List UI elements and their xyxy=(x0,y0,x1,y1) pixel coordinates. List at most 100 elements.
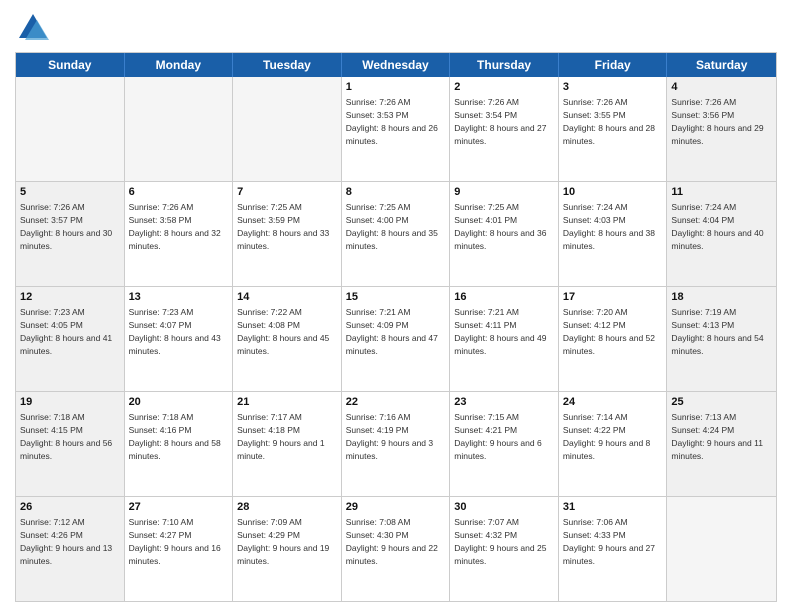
day-number: 22 xyxy=(346,395,446,410)
calendar-cell: 18 Sunrise: 7:19 AM Sunset: 4:13 PM Dayli… xyxy=(667,287,776,391)
day-info: Sunrise: 7:12 AM Sunset: 4:26 PM Dayligh… xyxy=(20,517,115,566)
calendar-cell: 1Sunrise: 7:26 AM Sunset: 3:53 PM Daylig… xyxy=(342,77,451,181)
calendar-cell: 3 Sunrise: 7:26 AM Sunset: 3:55 PM Daylig… xyxy=(559,77,668,181)
day-number: 19 xyxy=(20,395,120,410)
day-info: Sunrise: 7:26 AM Sunset: 3:57 PM Dayligh… xyxy=(20,202,115,251)
calendar-cell: 25 Sunrise: 7:13 AM Sunset: 4:24 PM Dayli… xyxy=(667,392,776,496)
calendar-cell: 28 Sunrise: 7:09 AM Sunset: 4:29 PM Dayli… xyxy=(233,497,342,601)
day-info: Sunrise: 7:19 AM Sunset: 4:13 PM Dayligh… xyxy=(671,307,766,356)
day-number: 5 xyxy=(20,185,120,200)
day-info: Sunrise: 7:21 AM Sunset: 4:09 PM Dayligh… xyxy=(346,307,441,356)
day-info: Sunrise: 7:09 AM Sunset: 4:29 PM Dayligh… xyxy=(237,517,332,566)
day-number: 29 xyxy=(346,500,446,515)
header-day-saturday: Saturday xyxy=(667,53,776,77)
calendar-week-2: 5 Sunrise: 7:26 AM Sunset: 3:57 PM Daylig… xyxy=(16,182,776,287)
day-info: Sunrise: 7:25 AM Sunset: 4:01 PM Dayligh… xyxy=(454,202,549,251)
day-info: Sunrise: 7:20 AM Sunset: 4:12 PM Dayligh… xyxy=(563,307,658,356)
header-day-tuesday: Tuesday xyxy=(233,53,342,77)
calendar-cell: 29 Sunrise: 7:08 AM Sunset: 4:30 PM Dayli… xyxy=(342,497,451,601)
day-number: 27 xyxy=(129,500,229,515)
day-info: Sunrise: 7:18 AM Sunset: 4:16 PM Dayligh… xyxy=(129,412,224,461)
day-number: 12 xyxy=(20,290,120,305)
calendar-header: SundayMondayTuesdayWednesdayThursdayFrid… xyxy=(16,53,776,77)
calendar-cell: 31 Sunrise: 7:06 AM Sunset: 4:33 PM Dayli… xyxy=(559,497,668,601)
calendar-cell: 27 Sunrise: 7:10 AM Sunset: 4:27 PM Dayli… xyxy=(125,497,234,601)
day-number: 8 xyxy=(346,185,446,200)
calendar-cell: 17 Sunrise: 7:20 AM Sunset: 4:12 PM Dayli… xyxy=(559,287,668,391)
day-info: Sunrise: 7:26 AM Sunset: 3:54 PM Dayligh… xyxy=(454,97,549,146)
day-number: 13 xyxy=(129,290,229,305)
day-info: Sunrise: 7:25 AM Sunset: 4:00 PM Dayligh… xyxy=(346,202,441,251)
day-number: 4 xyxy=(671,80,772,95)
day-number: 2 xyxy=(454,80,554,95)
day-number: 10 xyxy=(563,185,663,200)
logo xyxy=(15,10,55,46)
calendar-cell: 13 Sunrise: 7:23 AM Sunset: 4:07 PM Dayli… xyxy=(125,287,234,391)
logo-icon xyxy=(15,10,51,46)
calendar-cell: 19 Sunrise: 7:18 AM Sunset: 4:15 PM Dayli… xyxy=(16,392,125,496)
calendar-cell: 23 Sunrise: 7:15 AM Sunset: 4:21 PM Dayli… xyxy=(450,392,559,496)
day-info: Sunrise: 7:26 AM Sunset: 3:58 PM Dayligh… xyxy=(129,202,224,251)
calendar-week-5: 26 Sunrise: 7:12 AM Sunset: 4:26 PM Dayli… xyxy=(16,497,776,601)
calendar-cell: 24 Sunrise: 7:14 AM Sunset: 4:22 PM Dayli… xyxy=(559,392,668,496)
day-number: 26 xyxy=(20,500,120,515)
header-day-monday: Monday xyxy=(125,53,234,77)
calendar-cell: 15 Sunrise: 7:21 AM Sunset: 4:09 PM Dayli… xyxy=(342,287,451,391)
day-info: Sunrise: 7:26 AM Sunset: 3:55 PM Dayligh… xyxy=(563,97,658,146)
day-number: 23 xyxy=(454,395,554,410)
calendar-cell: 6 Sunrise: 7:26 AM Sunset: 3:58 PM Daylig… xyxy=(125,182,234,286)
day-info: Sunrise: 7:10 AM Sunset: 4:27 PM Dayligh… xyxy=(129,517,224,566)
calendar-cell: 8 Sunrise: 7:25 AM Sunset: 4:00 PM Daylig… xyxy=(342,182,451,286)
day-number: 6 xyxy=(129,185,229,200)
calendar-cell xyxy=(667,497,776,601)
day-number: 15 xyxy=(346,290,446,305)
day-number: 24 xyxy=(563,395,663,410)
day-info: Sunrise: 7:24 AM Sunset: 4:04 PM Dayligh… xyxy=(671,202,766,251)
day-info: Sunrise: 7:25 AM Sunset: 3:59 PM Dayligh… xyxy=(237,202,332,251)
day-info: Sunrise: 7:22 AM Sunset: 4:08 PM Dayligh… xyxy=(237,307,332,356)
day-number: 3 xyxy=(563,80,663,95)
calendar-cell: 12Sunrise: 7:23 AM Sunset: 4:05 PM Dayli… xyxy=(16,287,125,391)
header xyxy=(15,10,777,46)
calendar-cell: 4Sunrise: 7:26 AM Sunset: 3:56 PM Daylig… xyxy=(667,77,776,181)
day-number: 31 xyxy=(563,500,663,515)
day-info: Sunrise: 7:16 AM Sunset: 4:19 PM Dayligh… xyxy=(346,412,436,461)
day-number: 11 xyxy=(671,185,772,200)
day-number: 17 xyxy=(563,290,663,305)
calendar-cell xyxy=(125,77,234,181)
day-info: Sunrise: 7:21 AM Sunset: 4:11 PM Dayligh… xyxy=(454,307,549,356)
day-info: Sunrise: 7:08 AM Sunset: 4:30 PM Dayligh… xyxy=(346,517,441,566)
day-info: Sunrise: 7:18 AM Sunset: 4:15 PM Dayligh… xyxy=(20,412,115,461)
calendar-cell xyxy=(16,77,125,181)
page: SundayMondayTuesdayWednesdayThursdayFrid… xyxy=(0,0,792,612)
calendar-cell: 26 Sunrise: 7:12 AM Sunset: 4:26 PM Dayli… xyxy=(16,497,125,601)
calendar-cell: 9Sunrise: 7:25 AM Sunset: 4:01 PM Daylig… xyxy=(450,182,559,286)
day-number: 18 xyxy=(671,290,772,305)
calendar-cell: 30Sunrise: 7:07 AM Sunset: 4:32 PM Dayli… xyxy=(450,497,559,601)
calendar-cell: 14 Sunrise: 7:22 AM Sunset: 4:08 PM Dayli… xyxy=(233,287,342,391)
day-info: Sunrise: 7:23 AM Sunset: 4:07 PM Dayligh… xyxy=(129,307,224,356)
calendar-cell: 10 Sunrise: 7:24 AM Sunset: 4:03 PM Dayli… xyxy=(559,182,668,286)
calendar-body: 1Sunrise: 7:26 AM Sunset: 3:53 PM Daylig… xyxy=(16,77,776,601)
calendar-cell: 22 Sunrise: 7:16 AM Sunset: 4:19 PM Dayli… xyxy=(342,392,451,496)
day-info: Sunrise: 7:24 AM Sunset: 4:03 PM Dayligh… xyxy=(563,202,658,251)
day-info: Sunrise: 7:14 AM Sunset: 4:22 PM Dayligh… xyxy=(563,412,653,461)
day-info: Sunrise: 7:06 AM Sunset: 4:33 PM Dayligh… xyxy=(563,517,658,566)
day-info: Sunrise: 7:17 AM Sunset: 4:18 PM Dayligh… xyxy=(237,412,327,461)
day-number: 14 xyxy=(237,290,337,305)
calendar-week-1: 1Sunrise: 7:26 AM Sunset: 3:53 PM Daylig… xyxy=(16,77,776,182)
day-number: 16 xyxy=(454,290,554,305)
calendar-cell: 2 Sunrise: 7:26 AM Sunset: 3:54 PM Daylig… xyxy=(450,77,559,181)
header-day-sunday: Sunday xyxy=(16,53,125,77)
day-number: 7 xyxy=(237,185,337,200)
day-info: Sunrise: 7:13 AM Sunset: 4:24 PM Dayligh… xyxy=(671,412,765,461)
calendar-cell: 16 Sunrise: 7:21 AM Sunset: 4:11 PM Dayli… xyxy=(450,287,559,391)
day-number: 28 xyxy=(237,500,337,515)
day-number: 25 xyxy=(671,395,772,410)
day-info: Sunrise: 7:26 AM Sunset: 3:53 PM Dayligh… xyxy=(346,97,441,146)
calendar: SundayMondayTuesdayWednesdayThursdayFrid… xyxy=(15,52,777,602)
day-info: Sunrise: 7:15 AM Sunset: 4:21 PM Dayligh… xyxy=(454,412,544,461)
calendar-cell: 21Sunrise: 7:17 AM Sunset: 4:18 PM Dayli… xyxy=(233,392,342,496)
header-day-thursday: Thursday xyxy=(450,53,559,77)
header-day-wednesday: Wednesday xyxy=(342,53,451,77)
